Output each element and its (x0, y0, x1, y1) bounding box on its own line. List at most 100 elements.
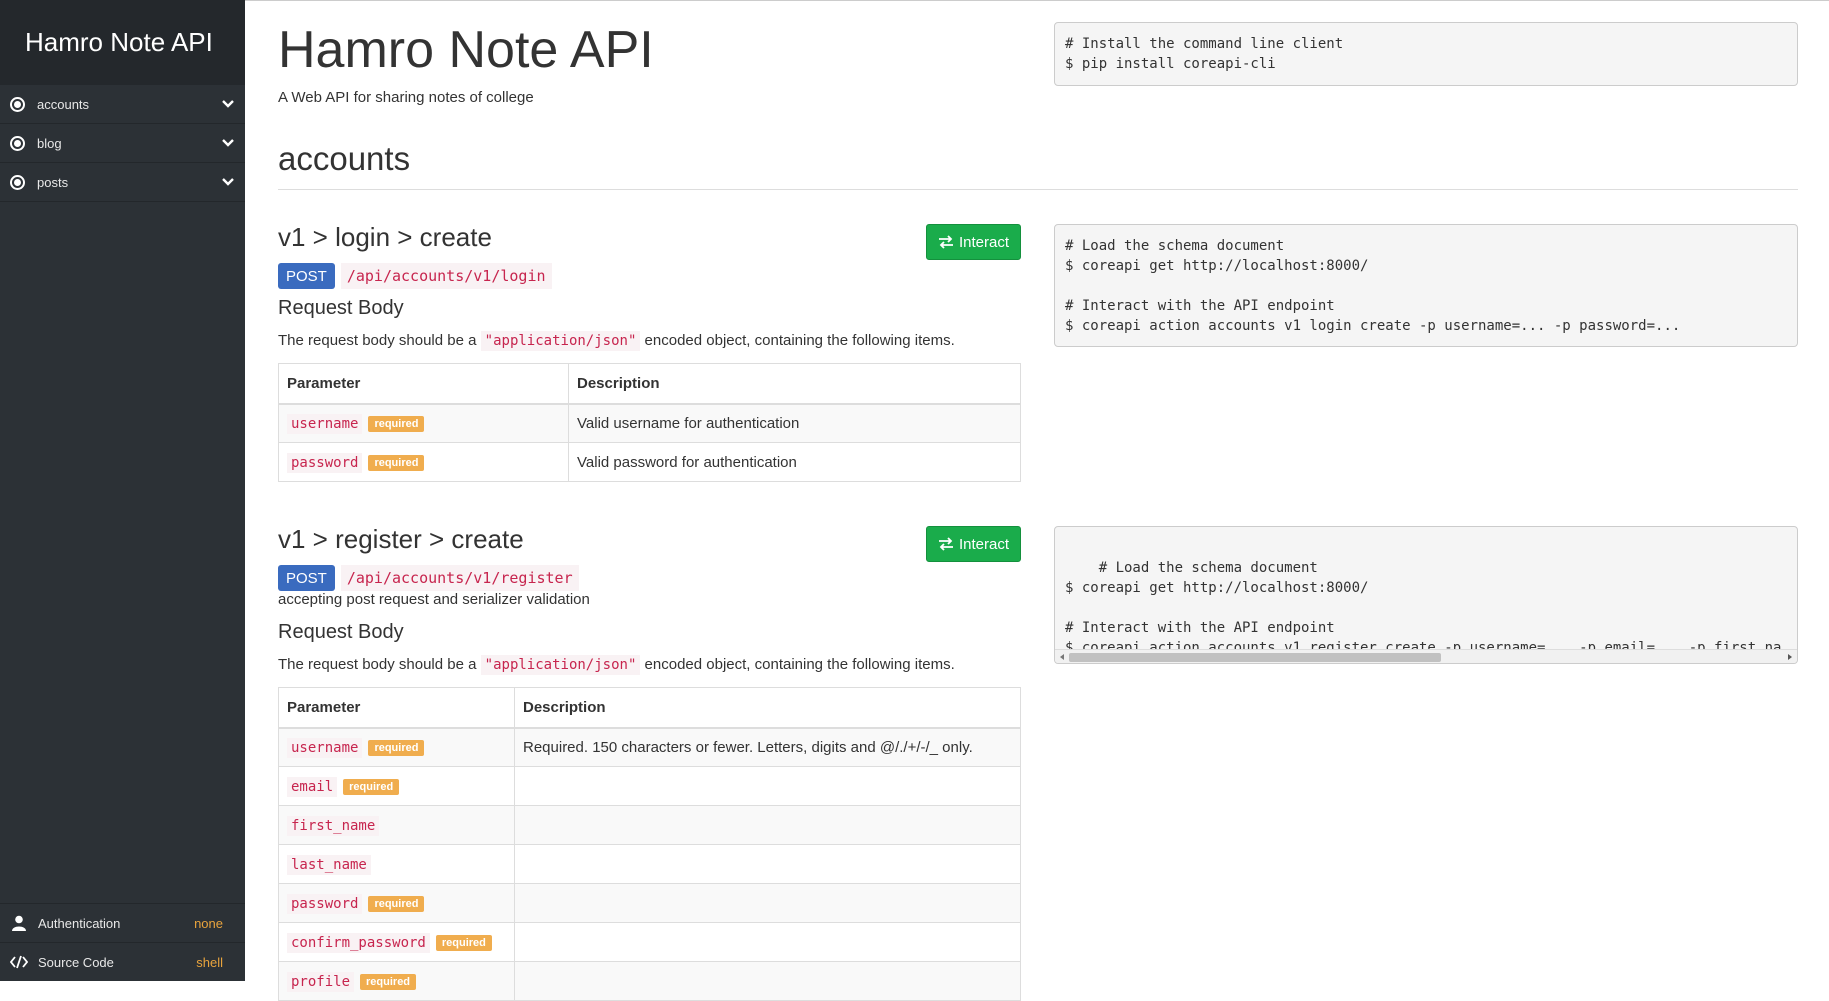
table-row: confirm_password required (278, 922, 1021, 962)
column-header-description: Description (514, 687, 1021, 729)
table-row: profile required (278, 961, 1021, 1001)
request-body-title: Request Body (278, 621, 404, 643)
param-name-cell: username required (278, 403, 569, 443)
horizontal-scrollbar[interactable] (1055, 649, 1797, 663)
required-badge: required (368, 454, 425, 471)
interact-label: Interact (958, 535, 1010, 553)
param-name: username (287, 737, 363, 758)
param-description (514, 883, 1021, 923)
param-description: Valid password for authentication (568, 442, 1021, 482)
sidebar-item-blog[interactable]: blog (0, 124, 245, 163)
param-description (514, 805, 1021, 845)
authentication-item[interactable]: Authentication none (0, 903, 245, 942)
param-description (514, 961, 1021, 1001)
exchange-icon (938, 537, 953, 551)
rb-prefix: The request body should be a (278, 656, 477, 673)
method-badge: POST (278, 263, 335, 289)
scroll-left-icon[interactable] (1058, 653, 1066, 661)
interact-button[interactable]: Interact (926, 224, 1021, 260)
register-code-block: # Load the schema document $ coreapi get… (1054, 526, 1798, 664)
required-badge: required (343, 778, 400, 795)
param-description (514, 844, 1021, 884)
endpoint-title: v1 > register > create (278, 524, 524, 554)
param-description (514, 922, 1021, 962)
param-description (514, 766, 1021, 806)
authentication-value: none (194, 915, 223, 931)
source-code-item[interactable]: Source Code shell (0, 942, 245, 981)
content-type-code: "application/json" (480, 655, 641, 675)
param-name: username (287, 413, 363, 434)
param-name-cell: confirm_password required (278, 922, 515, 962)
code-icon (10, 955, 28, 969)
table-row: first_name (278, 805, 1021, 845)
table-row: last_name (278, 844, 1021, 884)
authentication-label: Authentication (38, 915, 121, 931)
param-name-cell: password required (278, 883, 515, 923)
top-divider (245, 0, 1829, 1)
endpoint-url: /api/accounts/v1/login (340, 263, 552, 289)
request-body-text: The request body should be a "applicatio… (278, 331, 955, 351)
sidebar: Hamro Note API accounts blog posts Authe… (0, 0, 245, 981)
param-name-cell: first_name (278, 805, 515, 845)
interact-button[interactable]: Interact (926, 526, 1021, 562)
endpoint-note: accepting post request and serializer va… (278, 591, 590, 608)
endpoint-method-row: POST /api/accounts/v1/login (278, 263, 552, 289)
param-description: Required. 150 characters or fewer. Lette… (514, 727, 1021, 767)
param-name: profile (287, 971, 355, 992)
parameters-table: Parameter Description username required V… (278, 363, 1021, 482)
required-badge: required (368, 739, 425, 756)
chevron-down-icon (222, 100, 234, 108)
param-name: email (287, 776, 338, 797)
param-name-cell: email required (278, 766, 515, 806)
param-name-cell: password required (278, 442, 569, 482)
sidebar-item-label: blog (37, 135, 62, 151)
param-name-cell: last_name (278, 844, 515, 884)
source-code-value: shell (196, 954, 223, 970)
exchange-icon (938, 235, 953, 249)
param-name-cell: username required (278, 727, 515, 767)
request-body-title: Request Body (278, 297, 404, 319)
endpoint-url: /api/accounts/v1/register (340, 565, 579, 591)
section-divider (278, 189, 1798, 190)
column-header-parameter: Parameter (278, 687, 515, 729)
rb-prefix: The request body should be a (278, 332, 477, 349)
column-header-description: Description (568, 363, 1021, 405)
target-icon (10, 174, 25, 190)
param-name-cell: profile required (278, 961, 515, 1001)
param-name: first_name (287, 815, 380, 836)
sidebar-bottom: Authentication none Source Code shell (0, 903, 245, 981)
rb-suffix: encoded object, containing the following… (644, 332, 955, 349)
parameters-table: Parameter Description username required R… (278, 687, 1021, 1001)
brand-title[interactable]: Hamro Note API (0, 0, 245, 85)
table-row: username required Valid username for auth… (278, 403, 1021, 443)
target-icon (10, 135, 25, 151)
sidebar-item-accounts[interactable]: accounts (0, 85, 245, 124)
sidebar-item-posts[interactable]: posts (0, 163, 245, 202)
page-description: A Web API for sharing notes of college (278, 89, 534, 106)
interact-label: Interact (958, 233, 1010, 251)
required-badge: required (435, 934, 492, 951)
user-icon (12, 915, 26, 931)
content-type-code: "application/json" (480, 331, 641, 351)
table-row: username required Required. 150 character… (278, 727, 1021, 767)
table-row: password required Valid password for auth… (278, 442, 1021, 482)
column-header-parameter: Parameter (278, 363, 569, 405)
chevron-down-icon (222, 139, 234, 147)
endpoint-method-row: POST /api/accounts/v1/register (278, 565, 579, 591)
section-title: accounts (278, 140, 411, 177)
param-name: password (287, 452, 363, 473)
register-code-text: # Load the schema document $ coreapi get… (1065, 560, 1782, 656)
param-description: Valid username for authentication (568, 403, 1021, 443)
scroll-right-icon[interactable] (1786, 653, 1794, 661)
table-row: password required (278, 883, 1021, 923)
page-title: Hamro Note API (278, 21, 654, 79)
login-code-block: # Load the schema document $ coreapi get… (1054, 224, 1798, 347)
required-badge: required (360, 973, 417, 990)
scrollbar-thumb[interactable] (1069, 653, 1441, 662)
sidebar-item-label: posts (37, 174, 69, 190)
source-code-label: Source Code (38, 954, 114, 970)
required-badge: required (368, 415, 425, 432)
chevron-down-icon (222, 178, 234, 186)
param-name: last_name (287, 854, 371, 875)
param-name: confirm_password (287, 932, 430, 953)
